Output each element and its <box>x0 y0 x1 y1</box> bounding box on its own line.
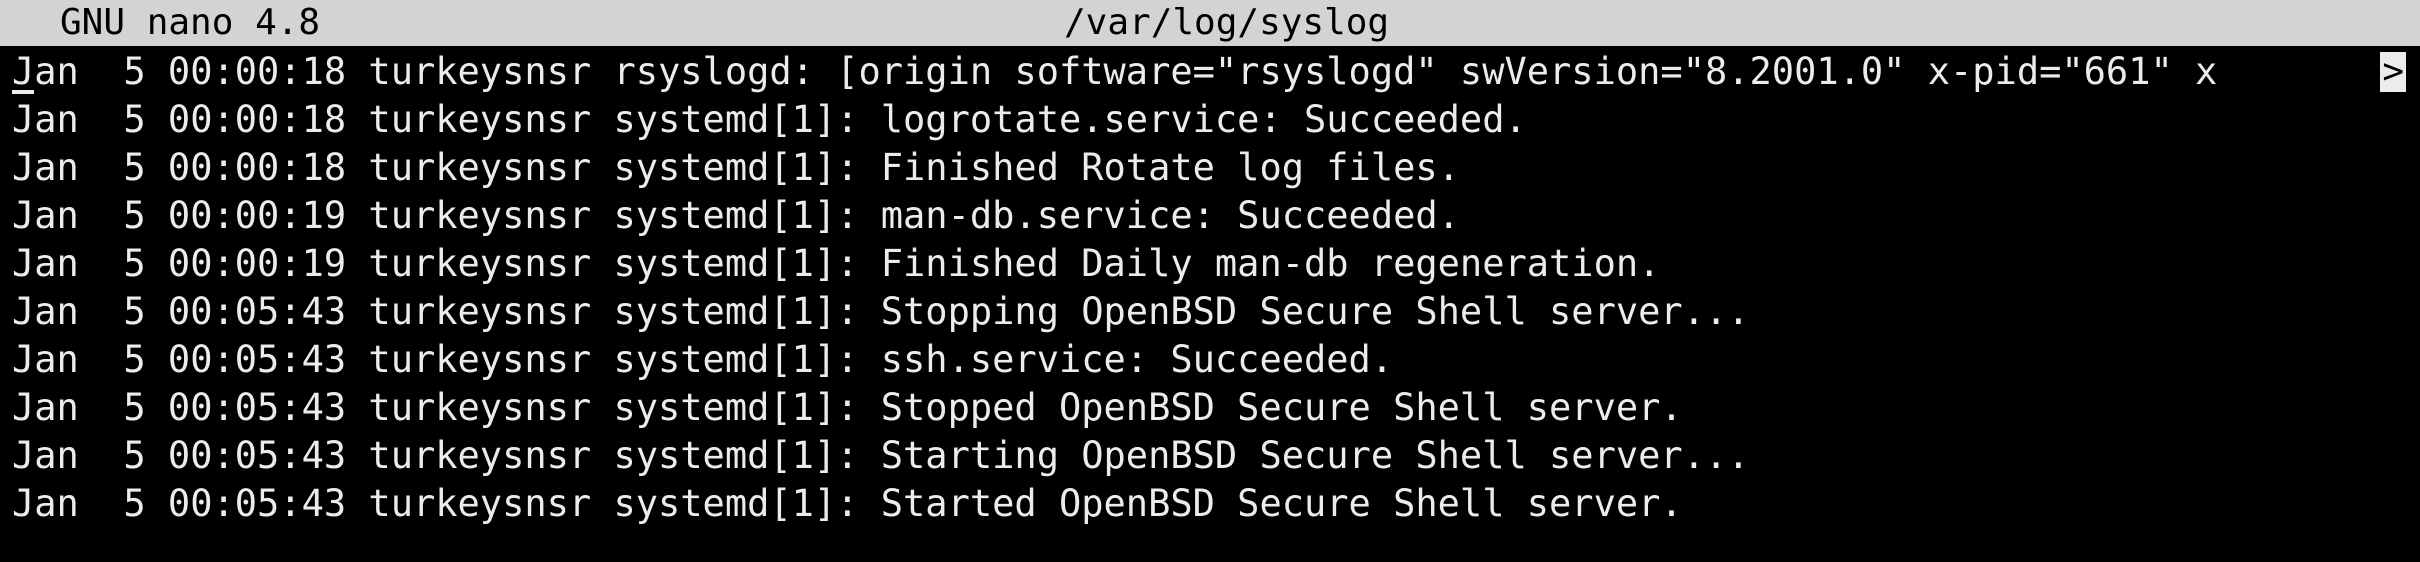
log-line[interactable]: Jan 5 00:05:43 turkeysnsr systemd[1]: St… <box>0 432 2420 480</box>
app-version-label: GNU nano 4.8 <box>60 2 321 43</box>
log-line[interactable]: Jan 5 00:05:43 turkeysnsr systemd[1]: ss… <box>0 336 2420 384</box>
line-overflow-indicator: > <box>2380 51 2406 92</box>
log-line-text: Jan 5 00:05:43 turkeysnsr systemd[1]: ss… <box>12 338 1394 381</box>
log-line-text: Jan 5 00:05:43 turkeysnsr systemd[1]: St… <box>12 482 1683 525</box>
log-line-text: Jan 5 00:05:43 turkeysnsr systemd[1]: St… <box>12 386 1683 429</box>
log-line-text: Jan 5 00:05:43 turkeysnsr systemd[1]: St… <box>12 434 1750 477</box>
log-line[interactable]: Jan 5 00:05:43 turkeysnsr systemd[1]: St… <box>0 288 2420 336</box>
log-line-text: Jan 5 00:00:19 turkeysnsr systemd[1]: ma… <box>12 194 1460 237</box>
file-path-label: /var/log/syslog <box>1064 2 1390 43</box>
log-line[interactable]: Jan 5 00:00:18 turkeysnsr systemd[1]: Fi… <box>0 144 2420 192</box>
log-line-text: Jan 5 00:00:19 turkeysnsr systemd[1]: Fi… <box>12 242 1661 285</box>
log-line[interactable]: Jan 5 00:00:19 turkeysnsr systemd[1]: ma… <box>0 192 2420 240</box>
log-line-text: Jan 5 00:05:43 turkeysnsr systemd[1]: St… <box>12 290 1750 333</box>
log-line-text: Jan 5 00:00:18 turkeysnsr systemd[1]: lo… <box>12 98 1527 141</box>
log-line[interactable]: Jan 5 00:05:43 turkeysnsr systemd[1]: St… <box>0 480 2420 528</box>
log-line[interactable]: Jan 5 00:00:18 turkeysnsr systemd[1]: lo… <box>0 96 2420 144</box>
log-line[interactable]: Jan 5 00:05:43 turkeysnsr systemd[1]: St… <box>0 384 2420 432</box>
log-line[interactable]: Jan 5 00:00:18 turkeysnsr rsyslogd: [ori… <box>0 48 2420 96</box>
nano-terminal-window: GNU nano 4.8 /var/log/syslog Jan 5 00:00… <box>0 0 2420 562</box>
log-line[interactable]: Jan 5 00:00:19 turkeysnsr systemd[1]: Fi… <box>0 240 2420 288</box>
nano-title-bar: GNU nano 4.8 /var/log/syslog <box>0 0 2420 46</box>
text-cursor <box>12 90 34 94</box>
log-line-text: Jan 5 00:00:18 turkeysnsr rsyslogd: [ori… <box>12 50 2218 93</box>
log-line-text: Jan 5 00:00:18 turkeysnsr systemd[1]: Fi… <box>12 146 1460 189</box>
text-editor-area[interactable]: Jan 5 00:00:18 turkeysnsr rsyslogd: [ori… <box>0 48 2420 562</box>
